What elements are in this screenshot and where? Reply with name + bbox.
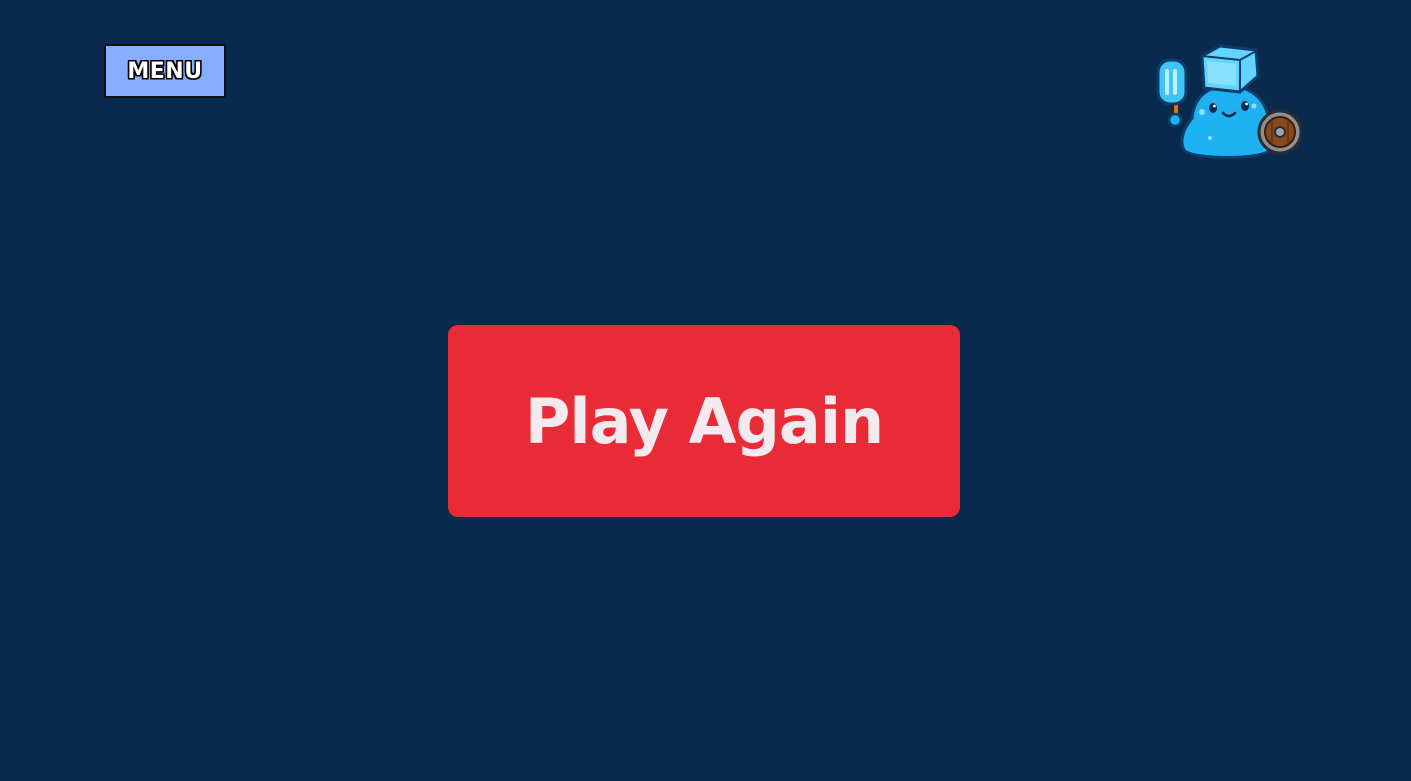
play-again-button[interactable]: Play Again <box>448 325 960 517</box>
menu-button[interactable]: MENU <box>104 44 226 98</box>
play-again-label: Play Again <box>524 384 884 458</box>
ice-slime-mascot-icon <box>1152 42 1303 164</box>
menu-button-label: MENU <box>127 58 203 84</box>
